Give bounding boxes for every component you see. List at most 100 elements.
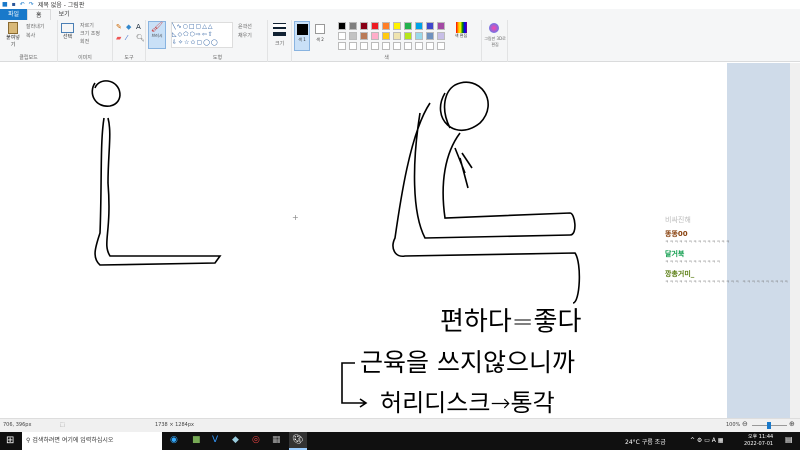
palette-custom-slot[interactable]	[360, 42, 368, 50]
chat-header: 비싸진해	[665, 216, 691, 224]
palette-custom-slot[interactable]	[349, 42, 357, 50]
weather[interactable]: 24°C 구름 조금	[625, 437, 666, 446]
palette-color[interactable]	[382, 22, 390, 30]
outline-button[interactable]: 윤곽선	[238, 23, 252, 30]
paint3d-label: 그림판 3D로 편집	[484, 36, 506, 47]
image-group: 선택 자르기 크기 조정 회전 이미지	[58, 20, 113, 62]
palette-custom-slot[interactable]	[415, 42, 423, 50]
palette-color[interactable]	[371, 22, 379, 30]
palette-custom-slot[interactable]	[393, 42, 401, 50]
windows-start-icon[interactable]: ⊞	[6, 435, 14, 446]
palette-custom-slot[interactable]	[371, 42, 379, 50]
paint3d-icon	[489, 23, 499, 33]
zoom-slider[interactable]	[752, 422, 787, 429]
undo-icon[interactable]: ↶	[20, 1, 25, 8]
palette-custom-slot[interactable]	[338, 42, 346, 50]
clock-time[interactable]: 오후 11:44	[748, 433, 773, 440]
palette-color[interactable]	[415, 22, 423, 30]
color1-button[interactable]: 색 1	[294, 21, 310, 51]
cut-button[interactable]: 잘라내기	[26, 23, 44, 30]
palette-color[interactable]	[371, 32, 379, 40]
rainbow-icon	[455, 22, 467, 33]
select-label: 선택	[62, 34, 73, 40]
calculator-icon[interactable]: ▦	[272, 435, 281, 445]
shapes-group: ╲∿○□▢△△ ◺◇⬠⬡⇨⇦⇧ ⇩✧☆✩▢◯◯ 윤곽선 채우기 도형	[168, 20, 268, 62]
edit-colors-button[interactable]: 색 편집	[454, 22, 468, 39]
search-box[interactable]: ⚲ 검색하려면 여기에 입력하십시오	[22, 432, 162, 450]
clock-date[interactable]: 2022-07-01	[744, 441, 773, 447]
tab-view[interactable]: 보기	[51, 9, 78, 20]
tools-label: 도구	[124, 55, 134, 61]
chrome-icon[interactable]: ◎	[252, 435, 260, 445]
handwriting-line-1: 편하다=좋다	[440, 307, 582, 337]
palette-custom-slot[interactable]	[404, 42, 412, 50]
ribbon-tabs: 파일 홈 보기	[0, 9, 800, 20]
palette-color[interactable]	[404, 32, 412, 40]
slouched-figure-left	[94, 117, 222, 266]
palette-color[interactable]	[393, 32, 401, 40]
palette-color[interactable]	[360, 32, 368, 40]
text-icon[interactable]: A	[136, 23, 141, 31]
palette-custom-slot[interactable]	[437, 42, 445, 50]
palette-color[interactable]	[404, 22, 412, 30]
color2-label: 색 2	[316, 37, 324, 42]
copy-button[interactable]: 복사	[26, 32, 35, 39]
zoom-in-button[interactable]: ⊕	[789, 420, 795, 428]
palette-color[interactable]	[415, 32, 423, 40]
stick-figure-head-right	[439, 81, 489, 131]
palette-color[interactable]	[382, 32, 390, 40]
notification-icon[interactable]: ▤	[785, 435, 793, 444]
palette-color[interactable]	[437, 22, 445, 30]
system-tray-icons[interactable]: ^ ⚙ ▭ A ▦	[690, 437, 723, 444]
zoom-out-button[interactable]: ⊖	[742, 420, 748, 428]
redo-icon[interactable]: ↷	[29, 1, 34, 8]
palette-color[interactable]	[349, 22, 357, 30]
fill-icon[interactable]: ◆	[126, 23, 131, 31]
size-label: 크기	[275, 41, 285, 47]
palette-color[interactable]	[360, 22, 368, 30]
select-icon	[61, 23, 74, 33]
minecraft-icon[interactable]: ■	[192, 435, 201, 445]
status-bar: 706, 396px ⬚ 1738 × 1284px 100% ⊖ ⊕	[0, 418, 800, 432]
palette-color[interactable]	[338, 32, 346, 40]
magnifier-icon[interactable]: 🔍︎	[136, 34, 145, 42]
upright-figure-right	[392, 102, 581, 304]
drawing-canvas[interactable]: 편하다=좋다 근육을 쓰지않으니까 허리디스크→통각 +	[0, 63, 727, 418]
colors-group: 색 1 색 2 색 편집 색	[292, 20, 482, 62]
palette-color[interactable]	[393, 22, 401, 30]
palette-custom-slot[interactable]	[382, 42, 390, 50]
palette-color[interactable]	[349, 32, 357, 40]
fill-button[interactable]: 채우기	[238, 32, 252, 39]
paint-app-icon: ■	[2, 1, 8, 8]
paint3d-button[interactable]: 그림판 3D로 편집	[482, 20, 508, 62]
select-button[interactable]: 선택	[61, 23, 74, 40]
tab-file[interactable]: 파일	[0, 9, 28, 20]
paint-taskbar-icon[interactable]: 🎨︎	[289, 432, 307, 450]
crop-button[interactable]: 자르기	[80, 22, 94, 29]
vegas-icon[interactable]: V	[212, 435, 218, 445]
palette-custom-slot[interactable]	[426, 42, 434, 50]
size-button[interactable]: 크기	[268, 20, 292, 62]
palette-color[interactable]	[338, 22, 346, 30]
shapes-gallery[interactable]: ╲∿○□▢△△ ◺◇⬠⬡⇨⇦⇧ ⇩✧☆✩▢◯◯	[171, 22, 233, 48]
chat-message: ㅋㅋㅋㅋㅋㅋㅋㅋㅋㅋㅋㅋㅋㅋㅋㅋ ㅋㅋㅋㅋㅋㅋㅋㅋㅋㅋ	[665, 279, 789, 284]
tab-home[interactable]: 홈	[27, 9, 51, 20]
clipboard-group: 붙여넣기 잘라내기 복사 클립보드	[0, 20, 58, 62]
paste-button[interactable]: 붙여넣기	[4, 22, 22, 48]
brush-button[interactable]: 🖌︎ 브러시	[148, 21, 166, 49]
color2-button[interactable]: 색 2	[313, 21, 327, 43]
app-icon[interactable]: ◆	[232, 435, 239, 445]
save-icon[interactable]: ▪	[12, 1, 16, 8]
eraser-icon[interactable]: ▰	[116, 34, 121, 42]
palette-color[interactable]	[426, 22, 434, 30]
rotate-button[interactable]: 회전	[80, 38, 89, 45]
pencil-icon[interactable]: ✎	[116, 23, 122, 31]
edge-icon[interactable]: ◉	[170, 435, 178, 445]
palette-color[interactable]	[437, 32, 445, 40]
resize-button[interactable]: 크기 조정	[80, 30, 100, 37]
palette-color[interactable]	[426, 32, 434, 40]
search-placeholder: 검색하려면 여기에 입력하십시오	[32, 437, 114, 444]
color1-label: 색 1	[298, 37, 306, 42]
color-picker-icon[interactable]: ⁄	[126, 34, 127, 42]
zoom-slider-thumb[interactable]	[767, 422, 771, 429]
